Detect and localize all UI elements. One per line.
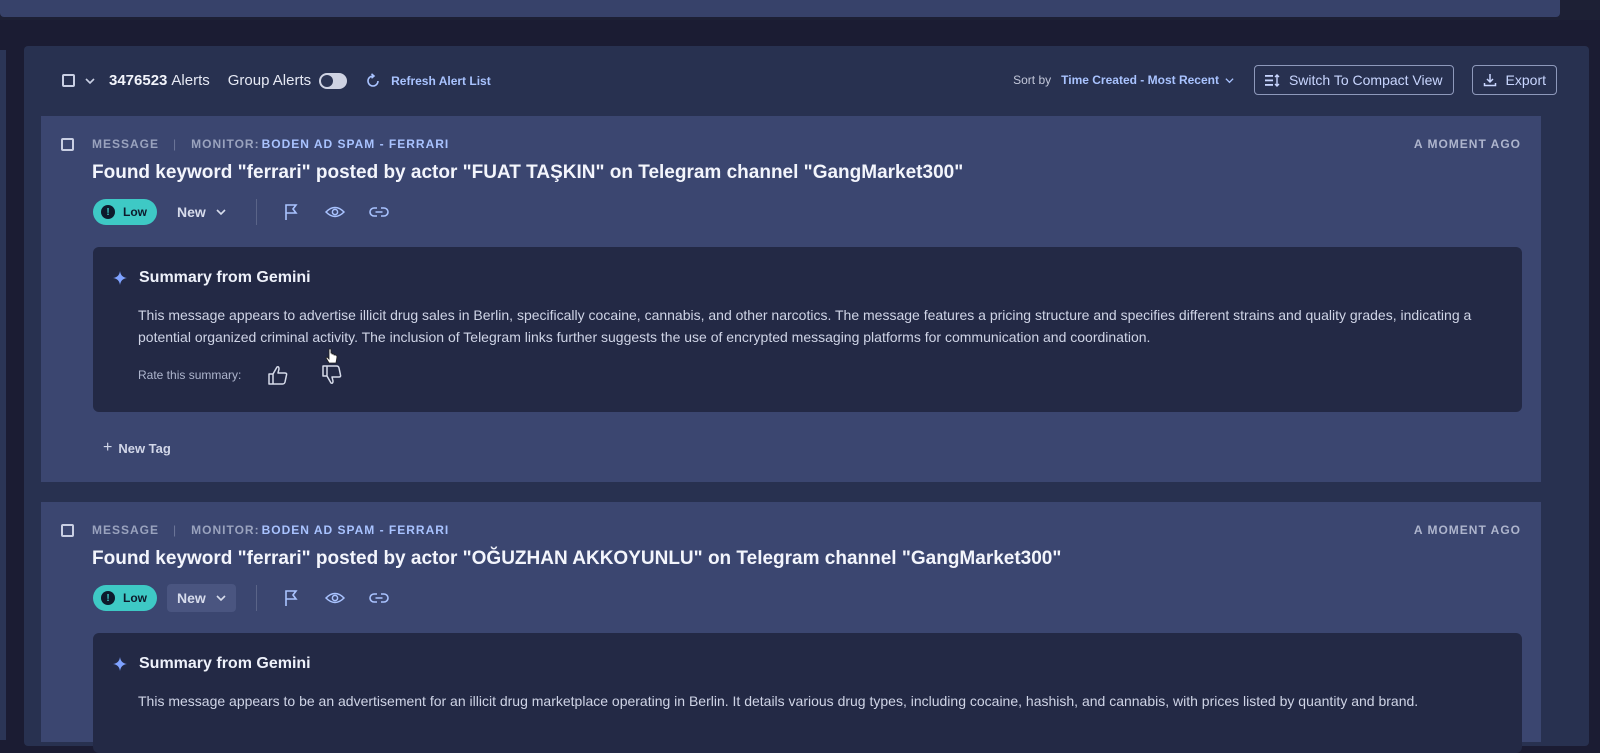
severity-label: Low [123, 205, 147, 219]
alert-checkbox[interactable] [61, 138, 74, 151]
ai-summary-panel: Summary from Gemini This message appears… [93, 633, 1522, 753]
severity-label: Low [123, 591, 147, 605]
alert-type: MESSAGE [92, 523, 160, 537]
sort-by-label: Sort by [1013, 73, 1052, 87]
alert-type: MESSAGE [92, 137, 160, 151]
eye-icon[interactable] [324, 588, 345, 608]
chevron-down-icon [216, 595, 226, 602]
alert-card[interactable]: MESSAGE | MONITOR: BODEN AD SPAM - FERRA… [41, 116, 1541, 482]
monitor-name-link[interactable]: BODEN AD SPAM - FERRARI [262, 137, 450, 151]
alerts-toolbar: 3476523 Alerts Group Alerts Refresh Aler… [42, 60, 1557, 104]
switch-compact-view-button[interactable]: Switch To Compact View [1253, 65, 1454, 95]
eye-icon[interactable] [324, 202, 345, 222]
exclamation-icon: ! [101, 205, 115, 219]
chevron-down-icon[interactable] [85, 76, 95, 86]
group-alerts-label: Group Alerts [227, 72, 312, 89]
alert-timestamp: A MOMENT AGO [1413, 137, 1521, 151]
top-bar [0, 0, 1600, 20]
alert-title[interactable]: Found keyword "ferrari" posted by actor … [92, 162, 963, 184]
summary-title: Summary from Gemini [139, 655, 311, 672]
select-all-checkbox[interactable] [62, 74, 75, 87]
status-label: New [177, 590, 206, 606]
compact-view-icon [1264, 73, 1280, 87]
severity-badge[interactable]: ! Low [93, 199, 157, 225]
sort-select[interactable]: Time Created - Most Recent [1061, 73, 1219, 87]
refresh-icon[interactable] [365, 72, 381, 89]
alert-count-label: Alerts [171, 72, 210, 89]
link-icon[interactable] [369, 588, 389, 608]
rate-summary-label: Rate this summary: [138, 368, 242, 382]
link-icon[interactable] [369, 202, 389, 222]
export-label: Export [1505, 72, 1546, 88]
monitor-label: MONITOR: [191, 137, 260, 151]
new-tag-button[interactable]: + New Tag [103, 439, 171, 457]
thumbs-down-icon[interactable] [321, 364, 343, 386]
left-sidebar-edge [0, 50, 6, 740]
monitor-label: MONITOR: [191, 523, 260, 537]
status-label: New [177, 204, 206, 220]
cursor-icon [325, 348, 338, 364]
top-bar-panel [0, 0, 1560, 17]
flag-icon[interactable] [281, 588, 301, 608]
new-tag-label: New Tag [118, 440, 171, 456]
meta-divider: | [173, 137, 178, 151]
alert-checkbox[interactable] [61, 524, 74, 537]
status-dropdown[interactable]: New [167, 198, 236, 226]
summary-text: This message appears to advertise illici… [138, 307, 1472, 345]
meta-divider: | [173, 523, 178, 537]
alert-card[interactable]: MESSAGE | MONITOR: BODEN AD SPAM - FERRA… [41, 502, 1541, 753]
severity-badge[interactable]: ! Low [93, 585, 157, 611]
export-button[interactable]: Export [1471, 65, 1557, 95]
action-divider [255, 585, 257, 611]
sparkle-icon [113, 657, 127, 671]
summary-title: Summary from Gemini [139, 269, 311, 286]
switch-compact-view-label: Switch To Compact View [1288, 72, 1443, 88]
alert-meta: MESSAGE | MONITOR: BODEN AD SPAM - FERRA… [92, 137, 449, 151]
ai-summary-panel: Summary from Gemini This message appears… [93, 247, 1522, 412]
action-divider [255, 199, 257, 225]
chevron-down-icon [216, 209, 226, 216]
monitor-name-link[interactable]: BODEN AD SPAM - FERRARI [262, 523, 450, 537]
exclamation-icon: ! [101, 591, 115, 605]
alert-actions: ! Low New [93, 584, 389, 612]
alert-meta: MESSAGE | MONITOR: BODEN AD SPAM - FERRA… [92, 523, 449, 537]
alert-count: 3476523 [109, 72, 168, 89]
group-alerts-toggle[interactable] [319, 72, 348, 89]
alert-title[interactable]: Found keyword "ferrari" posted by actor … [92, 548, 1061, 570]
summary-text: This message appears to be an advertisem… [138, 693, 1419, 709]
rate-summary: Rate this summary: [138, 364, 343, 386]
refresh-alert-list-link[interactable]: Refresh Alert List [391, 74, 491, 88]
status-dropdown[interactable]: New [167, 584, 236, 612]
alert-timestamp: A MOMENT AGO [1413, 523, 1521, 537]
thumbs-up-icon[interactable] [267, 364, 289, 386]
download-icon [1483, 74, 1496, 87]
alert-actions: ! Low New [93, 198, 389, 226]
sparkle-icon [113, 271, 127, 285]
plus-icon: + [103, 439, 113, 456]
flag-icon[interactable] [281, 202, 301, 222]
chevron-down-icon[interactable] [1225, 76, 1234, 85]
